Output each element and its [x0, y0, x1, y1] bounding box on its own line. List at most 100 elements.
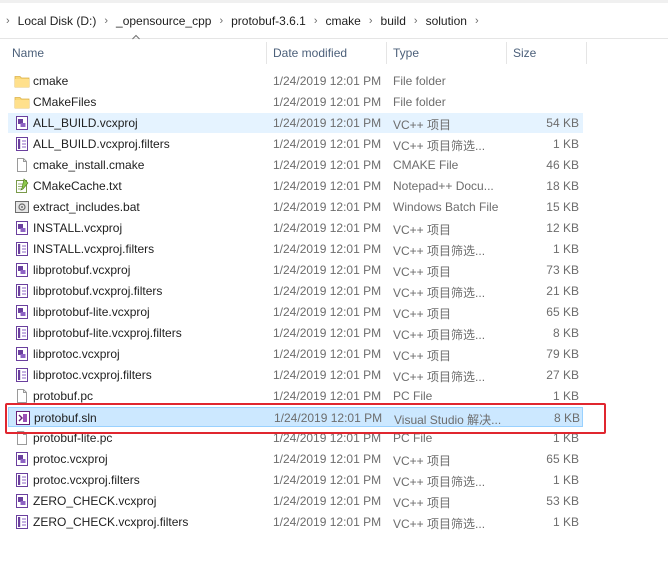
date-modified: 1/24/2019 12:01 PM: [273, 515, 382, 529]
file-size: 54 KB: [546, 116, 579, 130]
file-name: INSTALL.vcxproj.filters: [33, 242, 155, 256]
breadcrumb-item[interactable]: Local Disk (D:): [18, 14, 97, 28]
chevron-right-icon[interactable]: ›: [475, 15, 479, 27]
batch-icon: [15, 201, 29, 213]
file-row[interactable]: ALL_BUILD.vcxproj.filters 1/24/2019 12:01…: [8, 134, 583, 154]
chevron-right-icon[interactable]: ›: [104, 15, 108, 27]
column-divider[interactable]: [386, 42, 387, 64]
file-size: 15 KB: [546, 200, 579, 214]
file-row[interactable]: libprotobuf.vcxproj 1/24/2019 12:01 PM VC+…: [8, 260, 583, 280]
file-name: libprotobuf-lite.vcxproj.filters: [33, 326, 182, 340]
date-modified: 1/24/2019 12:01 PM: [273, 452, 382, 466]
file-row[interactable]: cmake_install.cmake 1/24/2019 12:01 PM CMA…: [8, 155, 583, 175]
file-type: VC++ 项目: [393, 496, 452, 510]
file-size: 46 KB: [546, 158, 579, 172]
column-divider[interactable]: [266, 42, 267, 64]
file-name: libprotobuf.vcxproj: [33, 263, 131, 277]
date-modified: 1/24/2019 12:01 PM: [273, 179, 382, 193]
chevron-right-icon[interactable]: ›: [314, 15, 318, 27]
column-date-modified[interactable]: Date modified: [273, 46, 347, 60]
file-name: cmake: [33, 74, 69, 88]
file-type: PC File: [393, 389, 433, 403]
file-row[interactable]: INSTALL.vcxproj 1/24/2019 12:01 PM VC++ 项目…: [8, 218, 583, 238]
file-row[interactable]: protobuf.sln 1/24/2019 12:01 PM Visual Stu…: [8, 407, 583, 427]
file-row[interactable]: ZERO_CHECK.vcxproj 1/24/2019 12:01 PM VC++…: [8, 491, 583, 511]
date-modified: 1/24/2019 12:01 PM: [273, 263, 382, 277]
file-size: 79 KB: [546, 347, 579, 361]
folder-icon: [14, 97, 30, 109]
file-row[interactable]: protobuf.pc 1/24/2019 12:01 PM PC File 1 KB: [8, 386, 583, 406]
file-type: PC File: [393, 431, 433, 445]
sln-icon: [16, 411, 30, 425]
vcxproj-icon: [16, 116, 28, 130]
file-name: protoc.vcxproj: [33, 452, 108, 466]
breadcrumb-item[interactable]: build: [381, 14, 406, 28]
file-row[interactable]: ALL_BUILD.vcxproj 1/24/2019 12:01 PM VC++ …: [8, 113, 583, 133]
file-row[interactable]: INSTALL.vcxproj.filters 1/24/2019 12:01 P…: [8, 239, 583, 259]
breadcrumb-item[interactable]: cmake: [326, 14, 361, 28]
date-modified: 1/24/2019 12:01 PM: [273, 137, 382, 151]
file-name: ZERO_CHECK.vcxproj: [33, 494, 157, 508]
column-name[interactable]: Name: [12, 46, 44, 60]
date-modified: 1/24/2019 12:01 PM: [273, 221, 382, 235]
file-row[interactable]: extract_includes.bat 1/24/2019 12:01 PM Wi…: [8, 197, 583, 217]
file-row[interactable]: libprotobuf.vcxproj.filters 1/24/2019 12:…: [8, 281, 583, 301]
column-divider[interactable]: [586, 42, 587, 64]
file-size: 1 KB: [552, 137, 579, 151]
notepad-icon: [16, 178, 29, 193]
file-row[interactable]: protoc.vcxproj.filters 1/24/2019 12:01 PM…: [8, 470, 583, 490]
file-type: VC++ 项目筛选...: [393, 370, 486, 384]
vcxproj-icon: [16, 221, 28, 235]
file-name: ZERO_CHECK.vcxproj.filters: [33, 515, 189, 529]
vcxproj-icon: [16, 452, 28, 466]
chevron-right-icon[interactable]: ›: [219, 15, 223, 27]
file-size: 65 KB: [546, 452, 579, 466]
toolbar-edge: [0, 0, 668, 3]
file-type: VC++ 项目: [393, 349, 452, 363]
date-modified: 1/24/2019 12:01 PM: [273, 368, 382, 382]
file-name: protobuf.pc: [33, 389, 94, 403]
date-modified: 1/24/2019 12:01 PM: [273, 494, 382, 508]
chevron-right-icon[interactable]: ›: [6, 15, 10, 27]
file-row[interactable]: CMakeCache.txt 1/24/2019 12:01 PM Notepad+…: [8, 176, 583, 196]
file-row[interactable]: libprotobuf-lite.vcxproj.filters 1/24/201…: [8, 323, 583, 343]
column-size[interactable]: Size: [513, 46, 536, 60]
file-name: protobuf.sln: [34, 411, 97, 425]
date-modified: 1/24/2019 12:01 PM: [273, 74, 382, 88]
breadcrumb-item[interactable]: _opensource_cpp: [116, 14, 211, 28]
file-type: VC++ 项目: [393, 118, 452, 132]
file-row[interactable]: ZERO_CHECK.vcxproj.filters 1/24/2019 12:0…: [8, 512, 583, 532]
file-type: VC++ 项目: [393, 223, 452, 237]
file-size: 21 KB: [546, 284, 579, 298]
file-row[interactable]: protoc.vcxproj 1/24/2019 12:01 PM VC++ 项目 6…: [8, 449, 583, 469]
file-size: 8 KB: [553, 411, 580, 425]
file-size: 1 KB: [552, 242, 579, 256]
file-size: 8 KB: [552, 326, 579, 340]
date-modified: 1/24/2019 12:01 PM: [273, 242, 382, 256]
column-type[interactable]: Type: [393, 46, 419, 60]
file-size: 18 KB: [546, 179, 579, 193]
file-type: Visual Studio 解决...: [394, 413, 502, 427]
file-size: 73 KB: [546, 263, 579, 277]
breadcrumb-item[interactable]: solution: [426, 14, 467, 28]
file-type: VC++ 项目筛选...: [393, 139, 486, 153]
folder-icon: [14, 76, 30, 88]
file-row[interactable]: cmake 1/24/2019 12:01 PM File folder: [8, 71, 583, 91]
chevron-right-icon[interactable]: ›: [414, 15, 418, 27]
file-row[interactable]: libprotoc.vcxproj 1/24/2019 12:01 PM VC++ …: [8, 344, 583, 364]
date-modified: 1/24/2019 12:01 PM: [273, 473, 382, 487]
breadcrumb-item[interactable]: protobuf-3.6.1: [231, 14, 306, 28]
file-name: cmake_install.cmake: [33, 158, 145, 172]
file-row[interactable]: protobuf-lite.pc 1/24/2019 12:01 PM PC Fil…: [8, 428, 583, 448]
file-type: VC++ 项目筛选...: [393, 286, 486, 300]
chevron-right-icon[interactable]: ›: [369, 15, 373, 27]
file-name: INSTALL.vcxproj: [33, 221, 123, 235]
file-row[interactable]: CMakeFiles 1/24/2019 12:01 PM File folder: [8, 92, 583, 112]
file-type: VC++ 项目筛选...: [393, 244, 486, 258]
file-type: VC++ 项目筛选...: [393, 328, 486, 342]
column-divider[interactable]: [506, 42, 507, 64]
file-type: CMAKE File: [393, 158, 459, 172]
vcxproj-icon: [16, 347, 28, 361]
file-row[interactable]: libprotoc.vcxproj.filters 1/24/2019 12:01…: [8, 365, 583, 385]
file-row[interactable]: libprotobuf-lite.vcxproj 1/24/2019 12:01 …: [8, 302, 583, 322]
